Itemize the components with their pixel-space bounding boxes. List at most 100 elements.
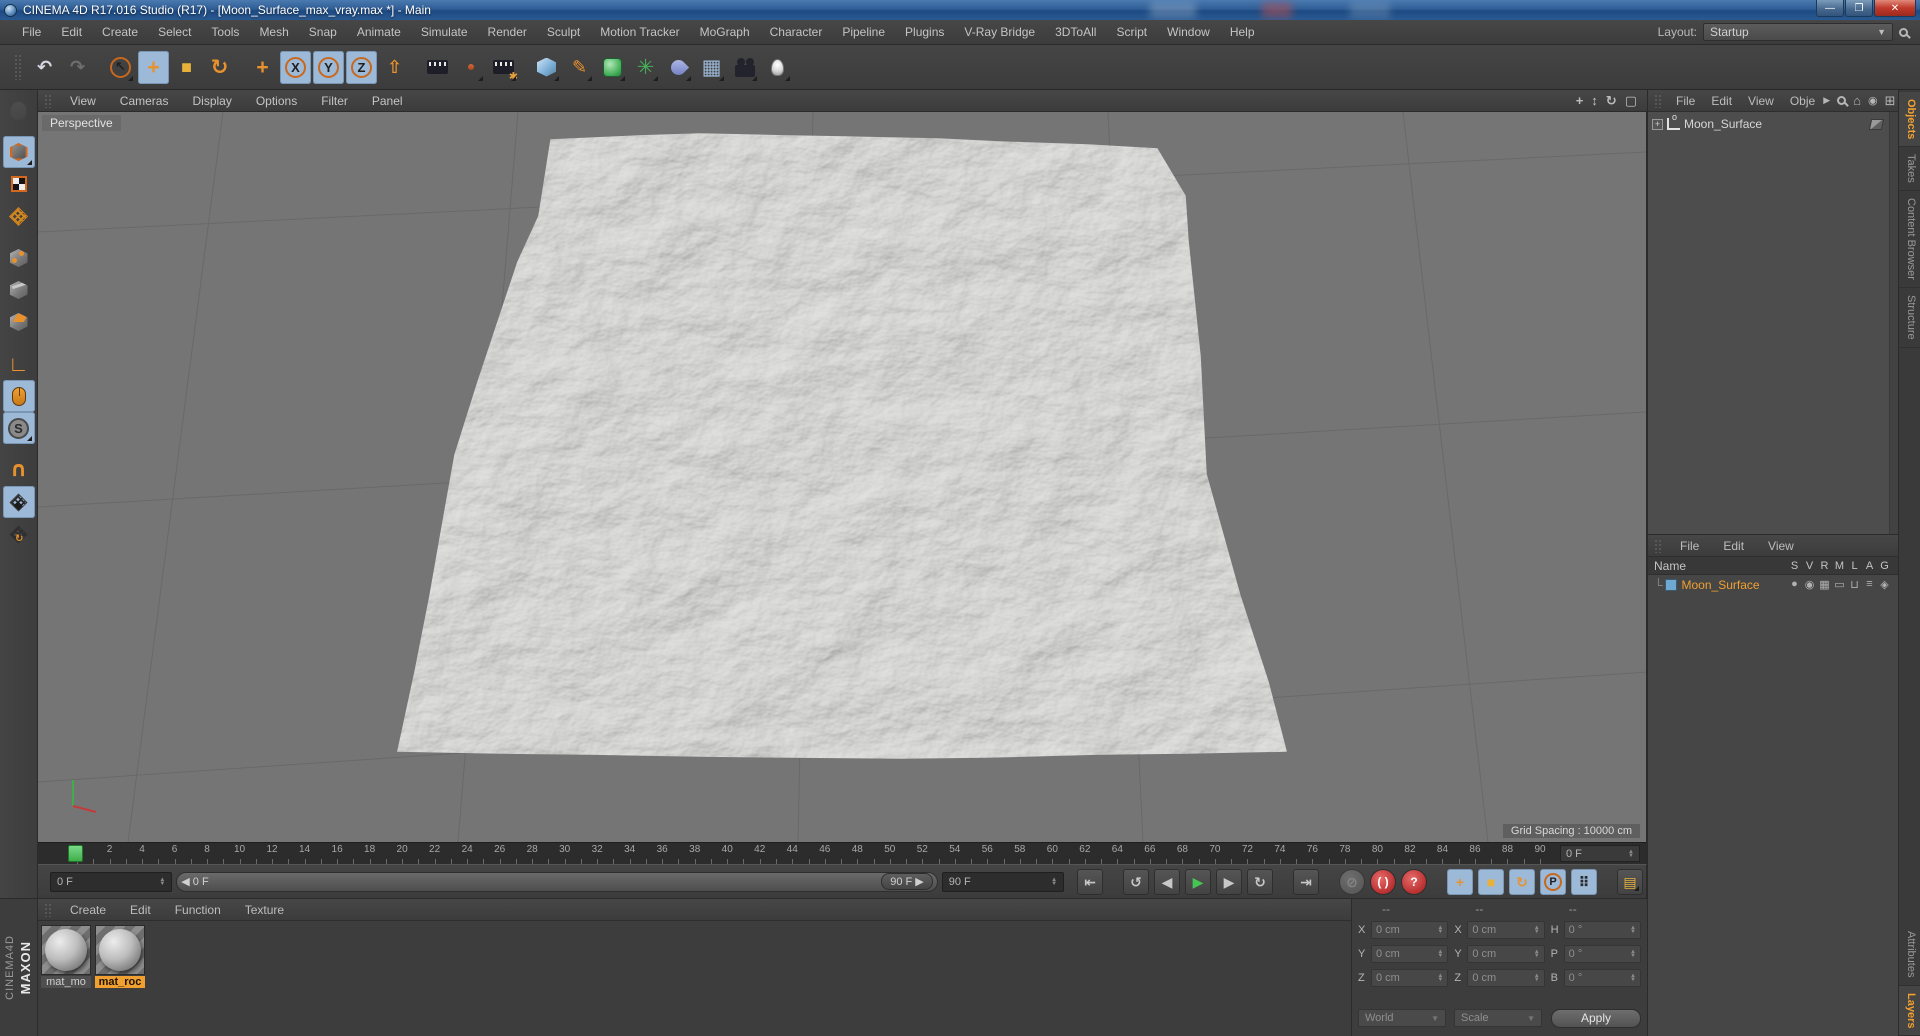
- column-g[interactable]: G: [1877, 560, 1892, 572]
- key-rotation-button[interactable]: ↻: [1509, 868, 1536, 895]
- menu-overflow-icon[interactable]: ▶: [1823, 95, 1830, 106]
- om-menu-item-obje[interactable]: Obje: [1782, 92, 1823, 110]
- magnet-snap-button[interactable]: ∪: [3, 454, 35, 486]
- coordinate-field-z-1[interactable]: 0 cm ▲ ▼: [1467, 968, 1545, 987]
- search-icon[interactable]: [1837, 96, 1847, 105]
- viewport-menu-item-display[interactable]: Display: [180, 92, 243, 110]
- viewport-menu-item-view[interactable]: View: [58, 92, 108, 110]
- add-generator-button[interactable]: [597, 51, 628, 84]
- autokeying-button[interactable]: ( ): [1370, 868, 1397, 895]
- add-environment-button[interactable]: ▦: [696, 51, 727, 84]
- layer-menu-item-view[interactable]: View: [1756, 537, 1806, 555]
- menu-item-window[interactable]: Window: [1157, 21, 1220, 43]
- home-icon[interactable]: ⌂: [1853, 93, 1861, 108]
- spinner-icon[interactable]: ▲ ▼: [1534, 973, 1540, 983]
- scrollbar[interactable]: [1889, 112, 1898, 534]
- spinner-icon[interactable]: ▲ ▼: [1051, 877, 1057, 887]
- layer-name[interactable]: Moon_Surface: [1682, 578, 1760, 592]
- current-frame-field[interactable]: 0 F ▲ ▼: [1560, 845, 1640, 862]
- spinner-icon[interactable]: ▲ ▼: [1630, 925, 1636, 935]
- points-mode-button[interactable]: [3, 242, 35, 274]
- material-name[interactable]: mat_mo: [41, 976, 91, 988]
- add-spline-button[interactable]: ✎: [564, 51, 595, 84]
- menu-item-v-ray-bridge[interactable]: V-Ray Bridge: [954, 21, 1045, 43]
- render-view-button[interactable]: [422, 51, 453, 84]
- material-preview[interactable]: [95, 925, 145, 975]
- panel-grip[interactable]: [14, 54, 22, 80]
- viewport-label[interactable]: Perspective: [42, 115, 121, 131]
- render-settings-button[interactable]: ✱: [488, 51, 519, 84]
- coordinate-field-y-1[interactable]: 0 cm ▲ ▼: [1467, 944, 1545, 963]
- column-[interactable]: ◈: [1877, 578, 1892, 591]
- coordinate-field-x-0[interactable]: 0 cm ▲ ▼: [1371, 920, 1449, 939]
- om-menu-item-file[interactable]: File: [1668, 92, 1703, 110]
- panel-grip[interactable]: [1654, 93, 1662, 108]
- menu-item-snap[interactable]: Snap: [299, 21, 347, 43]
- record-objects-button[interactable]: ⊘: [1339, 868, 1366, 895]
- layer-color-swatch[interactable]: [1664, 578, 1677, 591]
- eye-icon[interactable]: ◉: [1868, 94, 1878, 107]
- zoom-view-icon[interactable]: ↕: [1591, 93, 1598, 109]
- column-v[interactable]: V: [1802, 560, 1817, 572]
- rotate-view-icon[interactable]: ↻: [1606, 93, 1617, 109]
- layer-menu-item-edit[interactable]: Edit: [1711, 537, 1756, 555]
- transform-mode-dropdown[interactable]: Scale ▼: [1454, 1009, 1542, 1027]
- column-[interactable]: ◉: [1802, 578, 1817, 591]
- texture-mode-button[interactable]: [3, 168, 35, 200]
- material-preview[interactable]: [41, 925, 91, 975]
- workplane-mode-button[interactable]: [3, 200, 35, 232]
- previous-frame-button[interactable]: ◀: [1154, 868, 1181, 895]
- object-row-moon-surface[interactable]: + Moon_Surface: [1652, 112, 1894, 133]
- panel-tab-layers[interactable]: Layers: [1899, 985, 1920, 1036]
- make-editable-button[interactable]: [3, 94, 35, 126]
- menu-item-script[interactable]: Script: [1106, 21, 1157, 43]
- panel-tab-structure[interactable]: Structure: [1899, 288, 1920, 348]
- coordinate-field-x-1[interactable]: 0 cm ▲ ▼: [1467, 920, 1545, 939]
- material-menu-item-edit[interactable]: Edit: [118, 901, 163, 919]
- add-deformer-button[interactable]: [663, 51, 694, 84]
- search-icon[interactable]: [1899, 27, 1908, 37]
- coordinate-system-dropdown[interactable]: World ▼: [1358, 1009, 1446, 1027]
- panel-tab-objects[interactable]: Objects: [1899, 92, 1920, 148]
- apply-button[interactable]: Apply: [1551, 1008, 1641, 1028]
- spinner-icon[interactable]: ▲ ▼: [1630, 973, 1636, 983]
- spinner-icon[interactable]: ▲ ▼: [1437, 973, 1443, 983]
- material-mat-roc[interactable]: mat_roc: [94, 925, 146, 1032]
- next-frame-button[interactable]: ▶: [1216, 868, 1243, 895]
- coordinate-field-h-2[interactable]: 0 ° ▲ ▼: [1563, 920, 1641, 939]
- menu-item-character[interactable]: Character: [760, 21, 833, 43]
- move-tool-button[interactable]: +: [138, 50, 169, 84]
- column-a[interactable]: A: [1862, 560, 1877, 572]
- spinner-icon[interactable]: ▲ ▼: [1534, 925, 1540, 935]
- end-frame-field[interactable]: 90 F ▲ ▼: [941, 871, 1065, 892]
- column-s[interactable]: S: [1787, 560, 1802, 572]
- polygons-mode-button[interactable]: [3, 306, 35, 338]
- spinner-icon[interactable]: ▲ ▼: [1630, 949, 1636, 959]
- coordinate-field-y-0[interactable]: 0 cm ▲ ▼: [1371, 944, 1449, 963]
- column-[interactable]: ⊔: [1847, 578, 1862, 591]
- render-picture-viewer-button[interactable]: [455, 51, 486, 84]
- panel-tab-attributes[interactable]: Attributes: [1899, 924, 1920, 986]
- expand-icon[interactable]: +: [1652, 118, 1663, 130]
- viewport-canvas[interactable]: Perspective Grid Spacing : 10000 cm: [38, 112, 1647, 842]
- workplane-lock-button[interactable]: [2, 486, 35, 518]
- enable-axis-button[interactable]: ∟: [3, 348, 35, 380]
- key-pla-button[interactable]: ⠿: [1571, 868, 1598, 895]
- texture-tag-icon[interactable]: [1868, 118, 1885, 130]
- undo-button[interactable]: ↶: [29, 51, 60, 84]
- mouse-input-button[interactable]: [2, 380, 35, 412]
- panel-grip[interactable]: [1654, 538, 1662, 553]
- om-menu-item-view[interactable]: View: [1740, 92, 1782, 110]
- model-mode-button[interactable]: [2, 136, 35, 168]
- y-axis-lock-button[interactable]: Y: [313, 50, 344, 84]
- spinner-icon[interactable]: ▲ ▼: [1628, 849, 1634, 859]
- goto-start-button[interactable]: ⇤: [1077, 868, 1104, 895]
- menu-item-select[interactable]: Select: [148, 21, 201, 43]
- goto-end-button[interactable]: ⇥: [1293, 868, 1320, 895]
- previous-key-button[interactable]: ↺: [1123, 868, 1150, 895]
- timeline-ruler[interactable]: 0246810121416182022242628303234363840424…: [38, 842, 1647, 864]
- coordinate-field-p-2[interactable]: 0 ° ▲ ▼: [1563, 944, 1641, 963]
- add-camera-button[interactable]: [729, 51, 760, 84]
- panel-grip[interactable]: [44, 902, 52, 917]
- object-name[interactable]: Moon_Surface: [1684, 117, 1762, 131]
